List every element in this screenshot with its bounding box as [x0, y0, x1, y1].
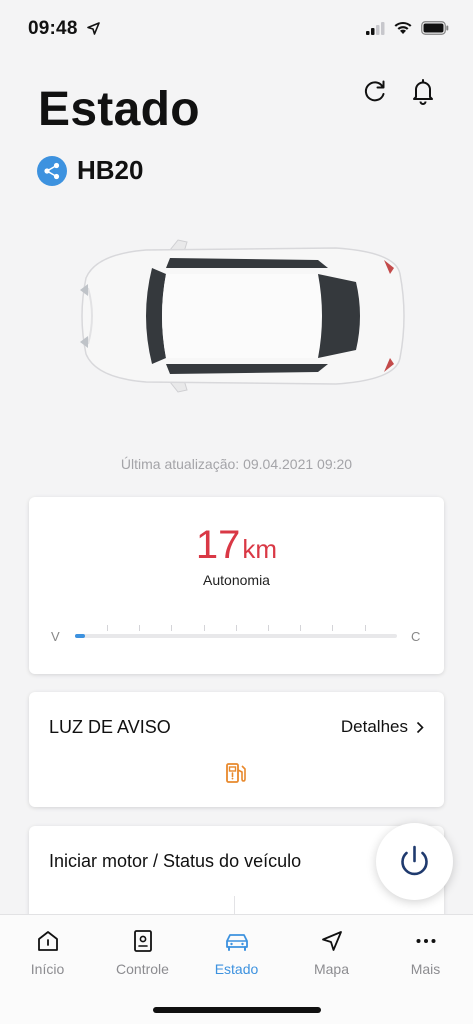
home-icon	[37, 931, 58, 951]
bell-icon	[413, 79, 433, 105]
tab-inicio[interactable]: Início	[0, 915, 95, 985]
tab-mapa[interactable]: Mapa	[284, 915, 379, 985]
status-time: 09:48	[28, 18, 78, 39]
remote-control-icon	[133, 930, 152, 952]
status-bar: 09:48	[0, 0, 473, 54]
tab-controle[interactable]: Controle	[95, 915, 190, 985]
notifications-button[interactable]	[408, 76, 438, 106]
signal-icon	[366, 22, 385, 35]
tab-mais[interactable]: Mais	[378, 915, 473, 985]
fuel-full-label: C	[411, 629, 421, 644]
range-number: 17	[195, 523, 241, 567]
fuel-pump-warning-icon	[226, 763, 246, 783]
page-title: Estado	[38, 83, 200, 136]
range-label: Autonomia	[203, 572, 270, 588]
refresh-button[interactable]	[360, 76, 390, 106]
share-icon	[44, 162, 60, 180]
chevron-right-icon	[416, 721, 424, 733]
power-icon	[401, 845, 428, 876]
tab-label: Mais	[410, 961, 441, 977]
home-indicator	[153, 1007, 321, 1013]
details-label: Detalhes	[340, 717, 408, 736]
range-value: 17km	[29, 523, 444, 568]
navigation-arrow-icon	[321, 931, 342, 951]
fuel-gauge-bar	[75, 634, 397, 638]
tab-label: Estado	[214, 961, 259, 977]
car-top-view-image	[80, 239, 405, 393]
tab-label: Controle	[116, 961, 169, 977]
fuel-empty-label: V	[51, 629, 60, 644]
fuel-gauge-fill	[75, 634, 85, 638]
tab-label: Início	[30, 961, 65, 977]
range-card: 17km Autonomia V C	[29, 497, 444, 674]
battery-icon	[421, 21, 449, 35]
tab-label: Mapa	[313, 961, 350, 977]
warning-light-title: LUZ DE AVISO	[49, 717, 171, 737]
wifi-icon	[394, 21, 412, 34]
warning-light-card: LUZ DE AVISO Detalhes	[29, 692, 444, 807]
car-icon	[225, 934, 248, 951]
power-button[interactable]	[376, 823, 453, 900]
vehicle-name: HB20	[77, 155, 144, 185]
more-dots-icon	[416, 939, 435, 943]
refresh-icon	[364, 80, 385, 102]
last-update-text: Última atualização: 09.04.2021 09:20	[120, 456, 353, 472]
range-unit: km	[242, 534, 278, 564]
details-link[interactable]: Detalhes	[341, 717, 424, 737]
fuel-gauge-ticks	[75, 625, 397, 633]
engine-status-title: Iniciar motor / Status do veículo	[49, 851, 302, 871]
location-arrow-icon	[87, 22, 100, 35]
share-button[interactable]	[37, 156, 67, 186]
tab-estado[interactable]: Estado	[189, 915, 284, 985]
